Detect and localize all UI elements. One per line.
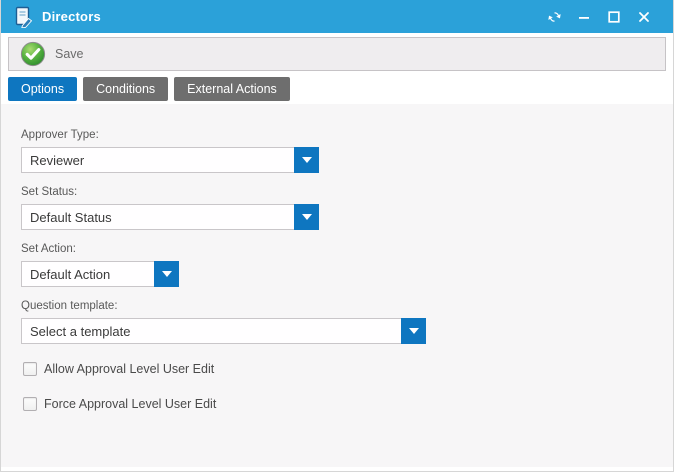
approver-type-label: Approver Type:: [21, 128, 673, 143]
set-action-dropdown[interactable]: Default Action: [21, 261, 179, 287]
maximize-icon[interactable]: [599, 4, 629, 30]
save-check-icon: [20, 41, 46, 67]
approver-type-dropdown[interactable]: Reviewer: [21, 147, 319, 173]
dialog-window: Directors: [0, 0, 674, 472]
chevron-down-icon: [409, 328, 419, 334]
toolbar-wrapper: Save: [1, 33, 673, 76]
tab-options[interactable]: Options: [8, 77, 77, 101]
question-template-dropdown-button[interactable]: [401, 318, 426, 344]
refresh-icon[interactable]: [539, 4, 569, 30]
set-status-field: Set Status: Default Status: [21, 185, 673, 230]
set-status-dropdown-button[interactable]: [294, 204, 319, 230]
approver-type-field: Approver Type: Reviewer: [21, 128, 673, 173]
allow-approval-level-user-edit-label: Allow Approval Level User Edit: [44, 362, 214, 376]
minimize-icon[interactable]: [569, 4, 599, 30]
force-approval-level-user-edit-checkbox-row[interactable]: Force Approval Level User Edit: [23, 397, 673, 411]
chevron-down-icon: [162, 271, 172, 277]
form-pen-icon: [13, 6, 33, 28]
tab-external-actions[interactable]: External Actions: [174, 77, 290, 101]
tab-conditions[interactable]: Conditions: [83, 77, 168, 101]
allow-approval-level-user-edit-checkbox-row[interactable]: Allow Approval Level User Edit: [23, 362, 673, 376]
window-title: Directors: [42, 9, 539, 24]
allow-approval-level-user-edit-checkbox[interactable]: [23, 362, 37, 376]
set-action-field: Set Action: Default Action: [21, 242, 673, 287]
chevron-down-icon: [302, 214, 312, 220]
force-approval-level-user-edit-checkbox[interactable]: [23, 397, 37, 411]
window-controls: [539, 4, 659, 30]
save-button-label: Save: [55, 47, 84, 61]
question-template-dropdown[interactable]: Select a template: [21, 318, 426, 344]
question-template-value[interactable]: Select a template: [21, 318, 401, 344]
set-action-dropdown-button[interactable]: [154, 261, 179, 287]
approver-type-dropdown-button[interactable]: [294, 147, 319, 173]
question-template-label: Question template:: [21, 299, 673, 314]
options-panel: Approver Type: Reviewer Set Status: Defa…: [1, 104, 673, 467]
tab-strip: Options Conditions External Actions: [1, 76, 673, 101]
force-approval-level-user-edit-label: Force Approval Level User Edit: [44, 397, 216, 411]
set-status-label: Set Status:: [21, 185, 673, 200]
toolbar: Save: [8, 37, 666, 71]
set-action-label: Set Action:: [21, 242, 673, 257]
set-action-value[interactable]: Default Action: [21, 261, 154, 287]
chevron-down-icon: [302, 157, 312, 163]
set-status-dropdown[interactable]: Default Status: [21, 204, 319, 230]
approver-type-value[interactable]: Reviewer: [21, 147, 294, 173]
set-status-value[interactable]: Default Status: [21, 204, 294, 230]
question-template-field: Question template: Select a template: [21, 299, 673, 344]
close-icon[interactable]: [629, 4, 659, 30]
save-button[interactable]: Save: [18, 39, 90, 69]
title-bar: Directors: [1, 0, 673, 33]
